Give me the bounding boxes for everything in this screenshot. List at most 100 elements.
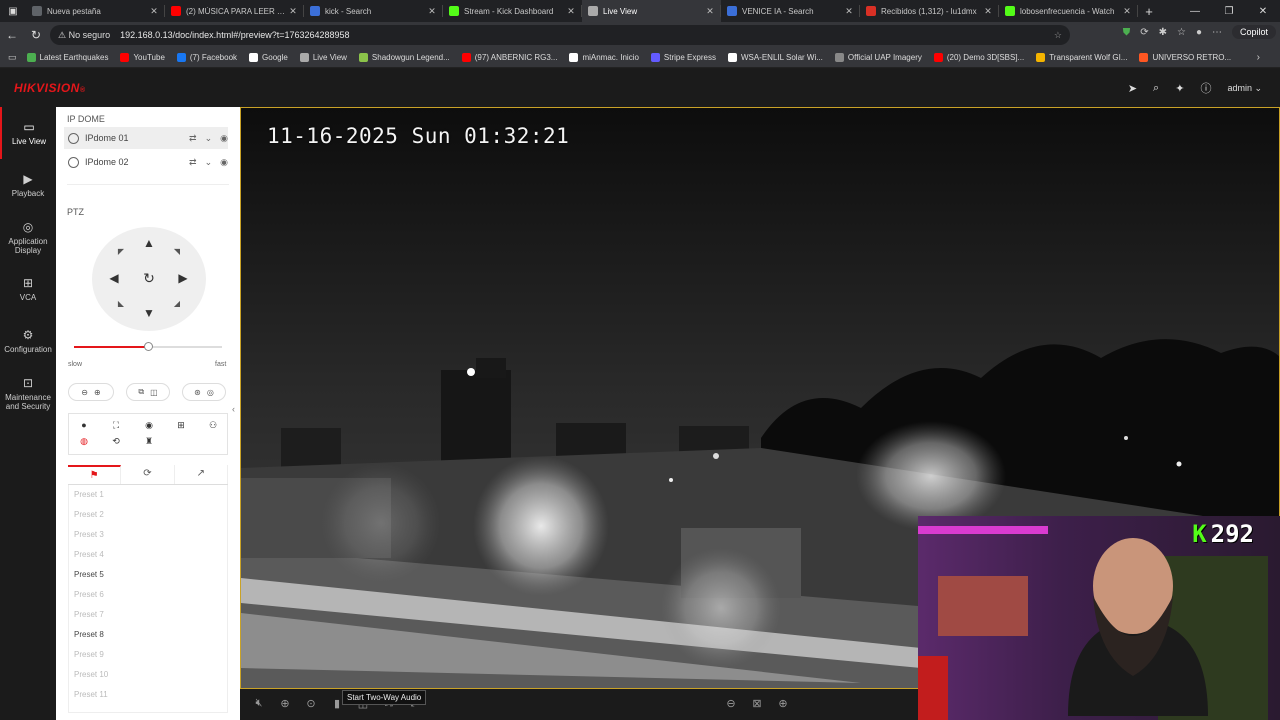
pan-left-icon[interactable]: ◀ bbox=[107, 271, 121, 285]
stream-icon[interactable]: ⇄ bbox=[189, 157, 197, 168]
maximize-button[interactable]: ❐ bbox=[1212, 6, 1246, 17]
preset-item[interactable]: Preset 11 bbox=[69, 685, 227, 705]
focus-far-icon[interactable]: ◫ bbox=[150, 388, 158, 397]
auto-pan-icon[interactable]: ↻ bbox=[142, 270, 156, 287]
back-icon[interactable]: ← bbox=[0, 28, 24, 42]
bookmark-item[interactable]: Transparent Wolf GI... bbox=[1030, 53, 1133, 62]
browser-tab[interactable]: Recibidos (1,312) - lu1dmx ✕ bbox=[860, 0, 999, 22]
favorites-icon[interactable]: ☆ bbox=[1177, 27, 1186, 38]
close-tab-icon[interactable]: ✕ bbox=[844, 6, 854, 17]
search-icon[interactable]: ⌕ bbox=[1153, 82, 1159, 95]
preset-item[interactable]: Preset 1 bbox=[69, 485, 227, 505]
manual-tracking-icon[interactable]: ◍ bbox=[77, 436, 91, 447]
record-icon[interactable]: ◉ bbox=[220, 157, 228, 168]
nav-item[interactable]: ⚙ Configuration bbox=[0, 315, 56, 367]
pan-right-icon[interactable]: ▶ bbox=[176, 271, 190, 285]
preset-item[interactable]: Preset 9 bbox=[69, 645, 227, 665]
profile-avatar[interactable]: ● bbox=[1196, 27, 1202, 38]
bookmarks-apps-icon[interactable]: ▭ bbox=[8, 52, 17, 63]
track-icon[interactable]: ⚇ bbox=[206, 420, 220, 431]
info-icon[interactable]: ⓘ bbox=[1200, 80, 1211, 96]
bookmark-item[interactable]: Latest Earthquakes bbox=[21, 53, 115, 62]
not-secure-indicator[interactable]: ⚠ No seguro bbox=[58, 30, 110, 41]
browser-tab[interactable]: (2) MÚSICA PARA LEER TER ✕ bbox=[165, 0, 304, 22]
address-bar[interactable]: ⚠ No seguro 192.168.0.13/doc/index.html#… bbox=[50, 25, 1070, 45]
bookmark-item[interactable]: (20) Demo 3D[SBS]... bbox=[928, 53, 1030, 62]
bookmark-item[interactable]: Live View bbox=[294, 53, 353, 62]
pan-down-left-icon[interactable]: ◣ bbox=[114, 299, 128, 308]
previous-page-icon[interactable]: ⊖ bbox=[724, 697, 738, 710]
user-menu[interactable]: admin ⌄ bbox=[1227, 83, 1262, 94]
close-tab-icon[interactable]: ✕ bbox=[427, 6, 437, 17]
iris-close-icon[interactable]: ◎ bbox=[207, 388, 214, 397]
capture-icon[interactable]: ⊙ bbox=[304, 697, 318, 710]
pan-down-right-icon[interactable]: ◢ bbox=[170, 299, 184, 308]
wiper-icon[interactable]: ◉ bbox=[142, 420, 156, 431]
grid-icon[interactable]: ⊞ bbox=[174, 420, 188, 431]
close-tab-icon[interactable]: ✕ bbox=[705, 6, 715, 17]
speed-slider-knob[interactable] bbox=[144, 342, 153, 351]
chevron-down-icon[interactable]: ⌄ bbox=[205, 133, 213, 144]
preset-item[interactable]: Preset 3 bbox=[69, 525, 227, 545]
bookmark-item[interactable]: WSA-ENLIL Solar Wi... bbox=[722, 53, 829, 62]
patrol-tab-icon[interactable]: ⟳ bbox=[121, 465, 175, 484]
refresh-extension-icon[interactable]: ⟳ bbox=[1140, 27, 1148, 38]
pan-up-icon[interactable]: ▲ bbox=[142, 236, 156, 250]
bookmark-item[interactable]: miAnmac. Inicio bbox=[563, 53, 644, 62]
close-tab-icon[interactable]: ✕ bbox=[566, 6, 576, 17]
mute-icon[interactable]: 🔇︎ bbox=[252, 697, 266, 710]
preset-item[interactable]: Preset 7 bbox=[69, 605, 227, 625]
new-tab-button[interactable]: + bbox=[1138, 4, 1160, 19]
preset-item[interactable]: Preset 4 bbox=[69, 545, 227, 565]
collapse-panel-icon[interactable]: ‹ bbox=[232, 404, 235, 414]
focus-near-icon[interactable]: ⧉ bbox=[138, 387, 144, 397]
send-icon[interactable]: ➤ bbox=[1128, 82, 1137, 95]
pan-up-right-icon[interactable]: ◥ bbox=[170, 247, 184, 256]
preset-item[interactable]: Preset 6 bbox=[69, 585, 227, 605]
3d-position-icon[interactable]: ⛶ bbox=[109, 420, 123, 431]
close-tab-icon[interactable]: ✕ bbox=[983, 6, 993, 17]
pan-up-left-icon[interactable]: ◤ bbox=[114, 247, 128, 256]
reload-icon[interactable]: ↻ bbox=[24, 28, 48, 42]
preset-item[interactable]: Preset 2 bbox=[69, 505, 227, 525]
extensions-icon[interactable]: ✱ bbox=[1159, 27, 1167, 38]
preset-item[interactable]: Preset 5 bbox=[69, 565, 227, 585]
camera-item-ipdome-02[interactable]: IPdome 02 ⇄ ⌄ ◉ bbox=[64, 151, 228, 173]
nav-item[interactable]: ▶ Playback bbox=[0, 159, 56, 211]
park-action-icon[interactable]: ⟲ bbox=[109, 436, 123, 447]
minimize-button[interactable]: — bbox=[1178, 6, 1212, 17]
nav-item[interactable]: ◎ Application Display bbox=[0, 211, 56, 263]
close-tab-icon[interactable]: ✕ bbox=[149, 6, 159, 17]
copilot-button[interactable]: Copilot bbox=[1231, 25, 1276, 39]
bookmark-item[interactable]: Google bbox=[243, 53, 294, 62]
settings-icon[interactable]: ✦ bbox=[1175, 82, 1184, 95]
stream-icon[interactable]: ⇄ bbox=[189, 133, 197, 144]
bookmark-item[interactable]: (97) ANBERNIC RG3... bbox=[456, 53, 564, 62]
one-touch-icon[interactable]: ♜ bbox=[142, 436, 156, 447]
tab-actions-icon[interactable]: ▣ bbox=[0, 6, 26, 17]
preset-item[interactable]: Preset 8 bbox=[69, 625, 227, 645]
nav-item[interactable]: ⊡ Maintenance and Security bbox=[0, 367, 56, 419]
nav-item[interactable]: ⊞ VCA bbox=[0, 263, 56, 315]
browser-tab[interactable]: Stream - Kick Dashboard ✕ bbox=[443, 0, 582, 22]
chevron-down-icon[interactable]: ⌄ bbox=[205, 157, 213, 168]
bookmark-item[interactable]: (7) Facebook bbox=[171, 53, 243, 62]
browser-tab[interactable]: Nueva pestaña ✕ bbox=[26, 0, 165, 22]
ptz-speed-slider[interactable] bbox=[74, 342, 222, 351]
record-icon[interactable]: ◉ bbox=[220, 133, 228, 144]
bookmark-item[interactable]: Official UAP Imagery bbox=[829, 53, 928, 62]
bookmark-item[interactable]: Shadowgun Legend... bbox=[353, 53, 456, 62]
bookmark-item[interactable]: YouTube bbox=[114, 53, 170, 62]
zoom-out-icon[interactable]: ⊖ bbox=[81, 388, 88, 397]
pan-down-icon[interactable]: ▼ bbox=[142, 306, 156, 320]
browser-tab[interactable]: kick - Search ✕ bbox=[304, 0, 443, 22]
next-page-icon[interactable]: ⊕ bbox=[776, 697, 790, 710]
preset-item[interactable]: Preset 10 bbox=[69, 665, 227, 685]
browser-tab[interactable]: lobosenfrecuencia - Watch ✕ bbox=[999, 0, 1138, 22]
pattern-tab-icon[interactable]: ↗ bbox=[175, 465, 228, 484]
digital-zoom-icon[interactable]: ⊕ bbox=[278, 697, 292, 710]
menu-icon[interactable]: ⋯ bbox=[1212, 27, 1222, 38]
close-tab-icon[interactable]: ✕ bbox=[288, 6, 298, 17]
shield-extension-icon[interactable]: ⛊ bbox=[1123, 27, 1131, 38]
browser-tab[interactable]: Live View ✕ bbox=[582, 0, 721, 22]
